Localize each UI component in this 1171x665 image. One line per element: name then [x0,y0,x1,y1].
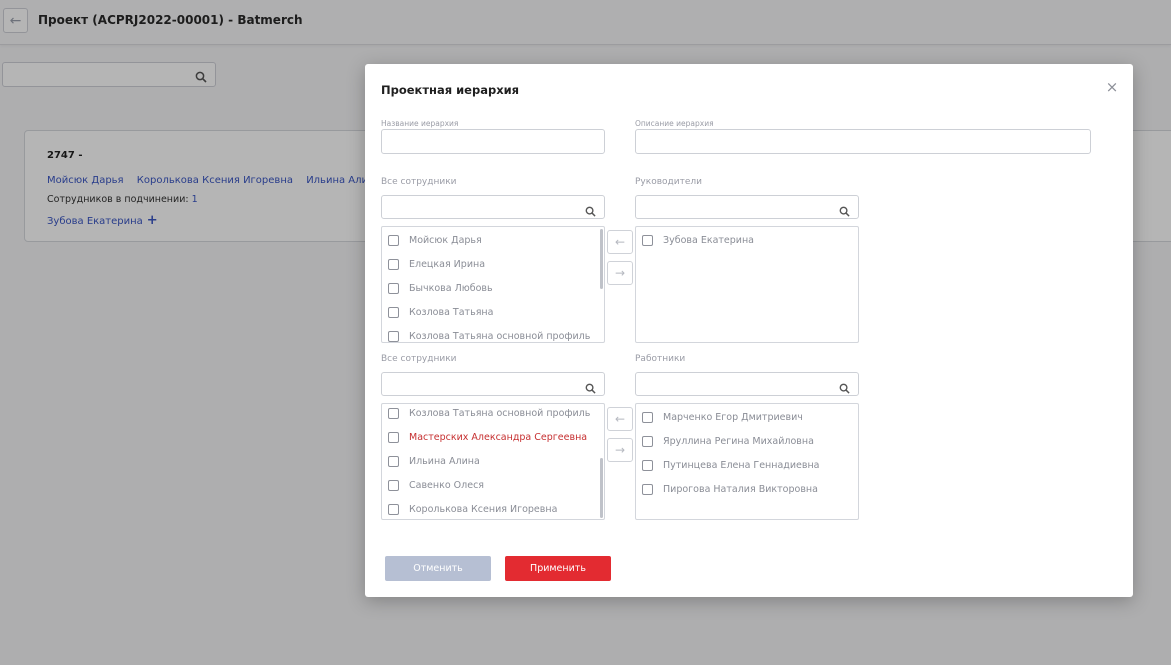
list-item[interactable]: Елецкая Ирина [388,257,485,271]
list-item[interactable]: Марченко Егор Дмитриевич [642,410,803,424]
managers-label: Руководители [635,177,702,187]
list-item[interactable]: Путинцева Елена Геннадиевна [642,458,820,472]
list-item[interactable]: Бычкова Любовь [388,281,493,295]
managers-list[interactable]: Зубова Екатерина [635,226,859,343]
arrow-left-icon: ← [614,412,626,426]
move-right-button-2[interactable]: → [607,438,633,462]
scrollbar-thumb[interactable] [600,229,603,289]
all-employees-label-2: Все сотрудники [381,354,457,364]
list-item[interactable]: Козлова Татьяна основной профиль [388,406,590,420]
close-icon[interactable]: × [1105,80,1119,95]
arrow-left-icon: ← [614,235,626,249]
list-item[interactable]: Яруллина Регина Михайловна [642,434,814,448]
checkbox[interactable] [388,455,399,467]
list-item-highlighted[interactable]: Мастерских Александра Сергеевна [388,430,587,444]
list-item[interactable]: Козлова Татьяна [388,305,493,319]
hierarchy-name-input[interactable] [381,129,605,154]
list-item[interactable]: Пирогова Наталия Викторовна [642,482,818,496]
checkbox[interactable] [642,435,653,447]
checkbox[interactable] [388,431,399,443]
managers-search-input[interactable] [635,195,859,219]
all-employees-search-input-2[interactable] [381,372,605,396]
list-item[interactable]: Козлова Татьяна основной профиль [388,329,590,342]
list-item[interactable]: Мойсюк Дарья [388,233,482,247]
arrow-right-icon: → [614,266,626,280]
list-item[interactable]: Ильина Алина [388,454,480,468]
workers-label: Работники [635,354,686,364]
all-employees-label: Все сотрудники [381,177,457,187]
cancel-button[interactable]: Отменить [385,556,491,581]
move-left-button-2[interactable]: ← [607,407,633,431]
checkbox[interactable] [642,411,653,423]
workers-search-input[interactable] [635,372,859,396]
hierarchy-modal: Проектная иерархия × Название иерархия О… [365,64,1133,597]
checkbox[interactable] [388,258,399,270]
move-right-button[interactable]: → [607,261,633,285]
checkbox[interactable] [388,407,399,419]
checkbox[interactable] [388,306,399,318]
all-employees-list-2[interactable]: Козлова Татьяна основной профиль Мастерс… [381,403,605,520]
checkbox[interactable] [642,459,653,471]
checkbox[interactable] [388,234,399,246]
scrollbar-thumb[interactable] [600,458,603,518]
checkbox[interactable] [388,503,399,515]
apply-button[interactable]: Применить [505,556,611,581]
search-icon [585,202,596,221]
arrow-right-icon: → [614,443,626,457]
list-item[interactable]: Савенко Олеся [388,478,484,492]
list-item[interactable]: Зубова Екатерина [642,233,754,247]
workers-list[interactable]: Марченко Егор Дмитриевич Яруллина Регина… [635,403,859,520]
modal-title: Проектная иерархия [381,83,520,97]
hierarchy-description-input[interactable] [635,129,1091,154]
checkbox[interactable] [642,483,653,495]
move-left-button[interactable]: ← [607,230,633,254]
search-icon [839,202,850,221]
checkbox[interactable] [642,234,653,246]
all-employees-list[interactable]: Мойсюк Дарья Елецкая Ирина Бычкова Любов… [381,226,605,343]
search-icon [839,379,850,398]
list-item[interactable]: Королькова Ксения Игоревна [388,502,557,516]
description-label: Описание иерархия [635,119,714,128]
checkbox[interactable] [388,479,399,491]
name-label: Название иерархия [381,119,459,128]
checkbox[interactable] [388,330,399,342]
all-employees-search-input[interactable] [381,195,605,219]
checkbox[interactable] [388,282,399,294]
search-icon [585,379,596,398]
